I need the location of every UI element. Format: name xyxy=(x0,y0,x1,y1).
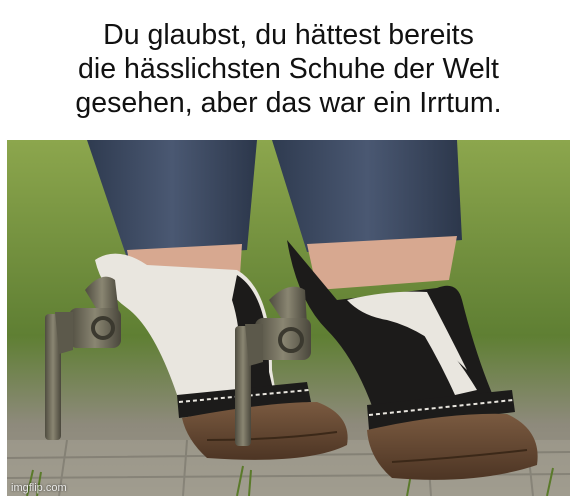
meme-photo: imgflip.com xyxy=(7,140,570,496)
imgflip-watermark: imgflip.com xyxy=(11,482,67,494)
meme-caption: Du glaubst, du hättest bereits die hässl… xyxy=(0,0,577,138)
caption-line-3: gesehen, aber das war ein Irrtum. xyxy=(75,87,502,119)
caption-line-1: Du glaubst, du hättest bereits xyxy=(103,19,474,51)
caption-line-2: die hässlichsten Schuhe der Welt xyxy=(78,53,499,85)
shoes-illustration xyxy=(7,140,570,496)
